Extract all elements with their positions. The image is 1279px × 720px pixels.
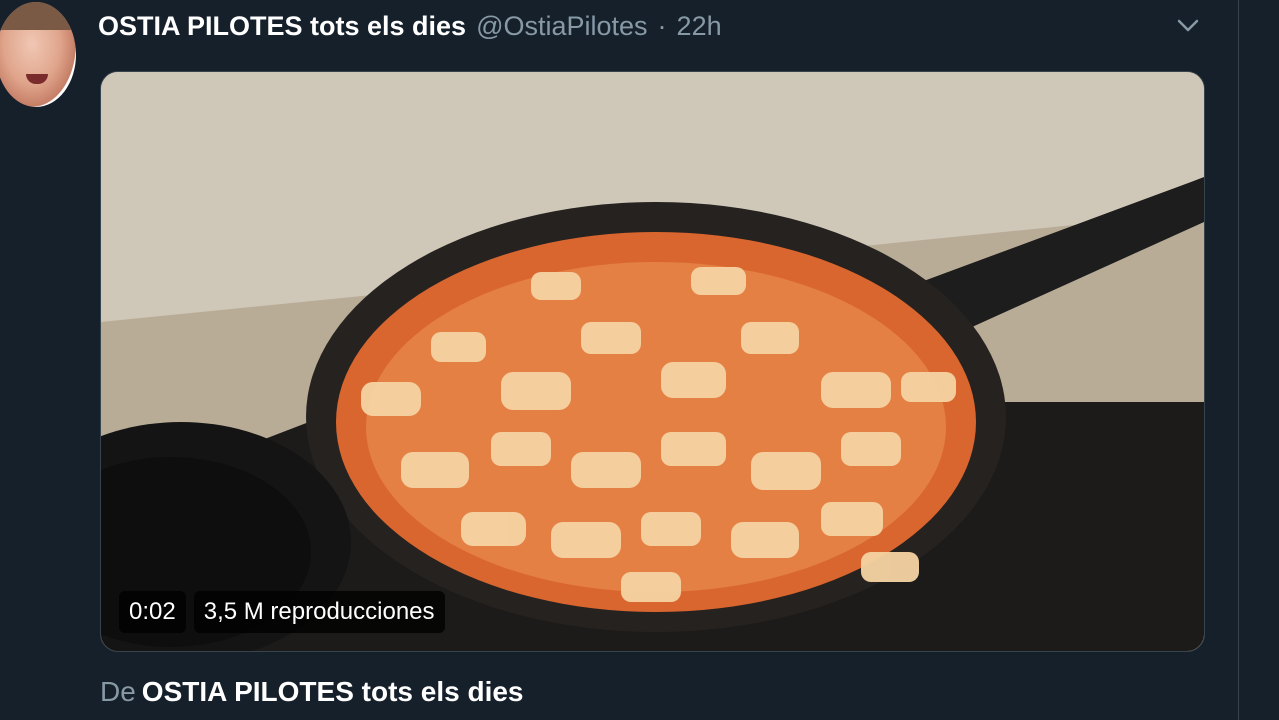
video-duration: 0:02	[119, 591, 186, 633]
video-frame	[101, 72, 1204, 651]
separator-dot: ·	[657, 10, 667, 41]
avatar-hair	[0, 2, 76, 30]
tweet-header: OSTIA PILOTES tots els dies @OstiaPilote…	[98, 6, 722, 46]
video-overlay: 0:02 3,5 M reproducciones	[119, 591, 445, 633]
attribution-name[interactable]: OSTIA PILOTES tots els dies	[142, 676, 524, 707]
display-name[interactable]: OSTIA PILOTES tots els dies	[98, 11, 466, 42]
user-handle[interactable]: @OstiaPilotes	[476, 11, 647, 42]
avatar-mouth	[26, 74, 48, 84]
video-attribution: De OSTIA PILOTES tots els dies	[100, 676, 524, 708]
timestamp[interactable]: 22h	[677, 11, 722, 42]
chevron-down-icon[interactable]	[1174, 12, 1202, 40]
avatar[interactable]	[0, 2, 76, 107]
timeline-divider	[1238, 0, 1239, 720]
view-count: 3,5 M reproducciones	[193, 591, 445, 633]
attribution-prefix: De	[100, 676, 136, 707]
video-player[interactable]: 0:02 3,5 M reproducciones	[100, 71, 1205, 652]
